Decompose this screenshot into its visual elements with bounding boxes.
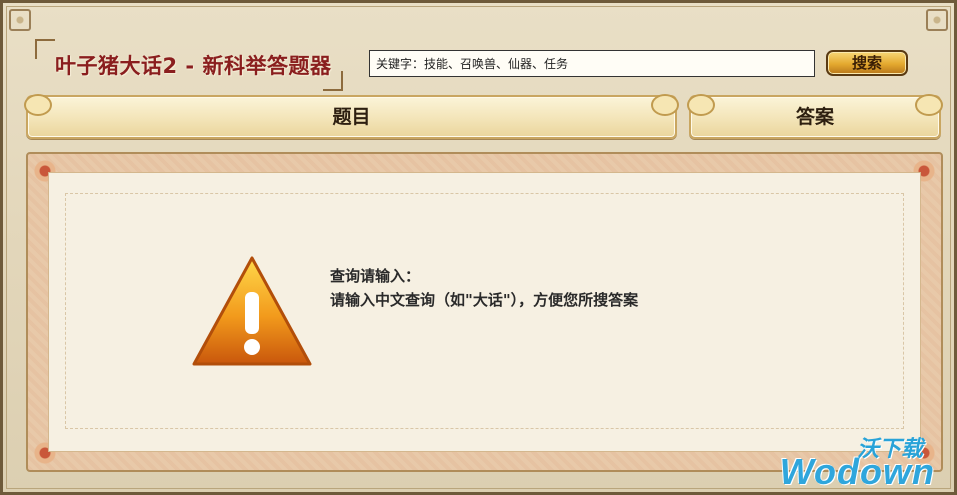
result-panel [26, 152, 943, 472]
title-box: 叶子猪大话2 - 新科举答题器 [35, 39, 343, 91]
watermark-logo: 沃下载 Wodown [703, 431, 943, 492]
watermark-en-text: Wodown [779, 451, 935, 492]
frame-corner-ornament [926, 9, 948, 31]
search-button[interactable]: 搜索 [826, 50, 908, 76]
scroll-ornament [24, 94, 52, 116]
question-header: 题目 [24, 94, 679, 139]
title-bracket-ornament [35, 39, 55, 59]
frame-corner-ornament [9, 9, 31, 31]
scroll-ornament [687, 94, 715, 116]
message-title: 查询请输入： [330, 267, 421, 285]
app-window: 叶子猪大话2 - 新科举答题器 搜索 题目 答案 查询请输入 [0, 0, 957, 495]
answer-header: 答案 [687, 94, 943, 139]
app-title: 叶子猪大话2 - 新科举答题器 [55, 54, 332, 78]
scroll-ornament [915, 94, 943, 116]
question-header-label: 题目 [332, 106, 371, 128]
scroll-ornament [651, 94, 679, 116]
message-body: 请输入中文查询（如"大话"），方便您所搜答案 [330, 291, 639, 309]
warning-icon [192, 256, 312, 366]
result-content-area [48, 172, 921, 452]
search-input[interactable] [369, 50, 815, 77]
answer-header-label: 答案 [795, 106, 834, 128]
